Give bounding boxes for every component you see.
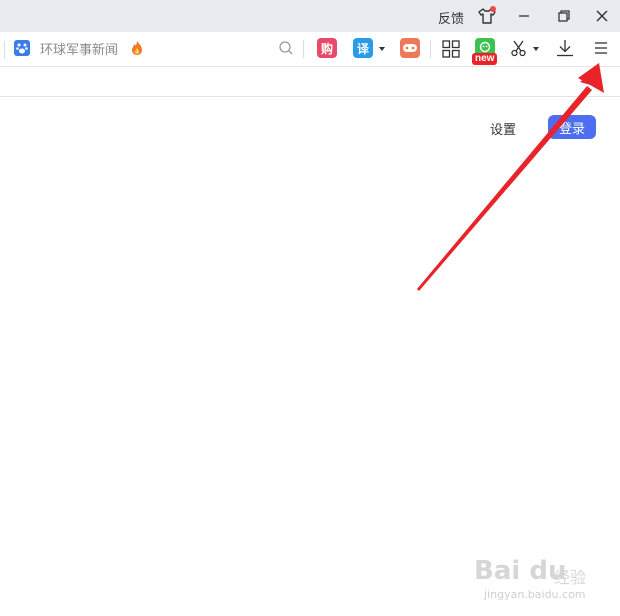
new-badge: new	[472, 53, 498, 65]
baidu-paw-icon[interactable]	[14, 40, 30, 56]
restore-icon	[558, 10, 570, 22]
annotation-arrow	[417, 63, 604, 291]
notification-dot	[490, 6, 496, 12]
tshirt-icon[interactable]	[477, 6, 497, 26]
feedback-link[interactable]: 反馈	[438, 8, 464, 27]
restore-button[interactable]	[554, 6, 574, 26]
chevron-down-icon[interactable]	[379, 47, 385, 51]
watermark: Bai du 经验 jingyan.baidu.com	[474, 548, 614, 608]
title-bar: 反馈	[0, 0, 620, 32]
scissors-icon[interactable]	[510, 39, 528, 57]
translate-extension-icon[interactable]: 译	[353, 38, 373, 58]
apps-grid-icon[interactable]	[442, 40, 460, 58]
login-button[interactable]: 登录	[548, 115, 596, 139]
shop-extension-icon[interactable]: 购	[317, 38, 337, 58]
toolbar-divider	[303, 40, 304, 58]
minimize-icon	[519, 15, 529, 17]
content-divider	[0, 96, 620, 97]
minimize-button[interactable]	[514, 6, 534, 26]
hot-flame-icon	[130, 40, 144, 56]
search-input[interactable]	[40, 39, 270, 59]
toolbar-divider	[4, 41, 5, 59]
close-icon	[596, 10, 608, 22]
download-icon[interactable]	[556, 39, 574, 57]
chevron-down-icon[interactable]	[533, 47, 539, 51]
watermark-logo: Bai du	[474, 556, 567, 586]
toolbar-divider	[430, 40, 431, 58]
close-button[interactable]	[592, 6, 612, 26]
settings-link[interactable]: 设置	[490, 119, 516, 138]
watermark-text: 经验	[554, 568, 587, 587]
game-extension-icon[interactable]	[400, 38, 420, 58]
watermark-url: jingyan.baidu.com	[484, 588, 586, 601]
search-icon[interactable]	[278, 40, 294, 56]
menu-icon[interactable]	[593, 40, 609, 56]
